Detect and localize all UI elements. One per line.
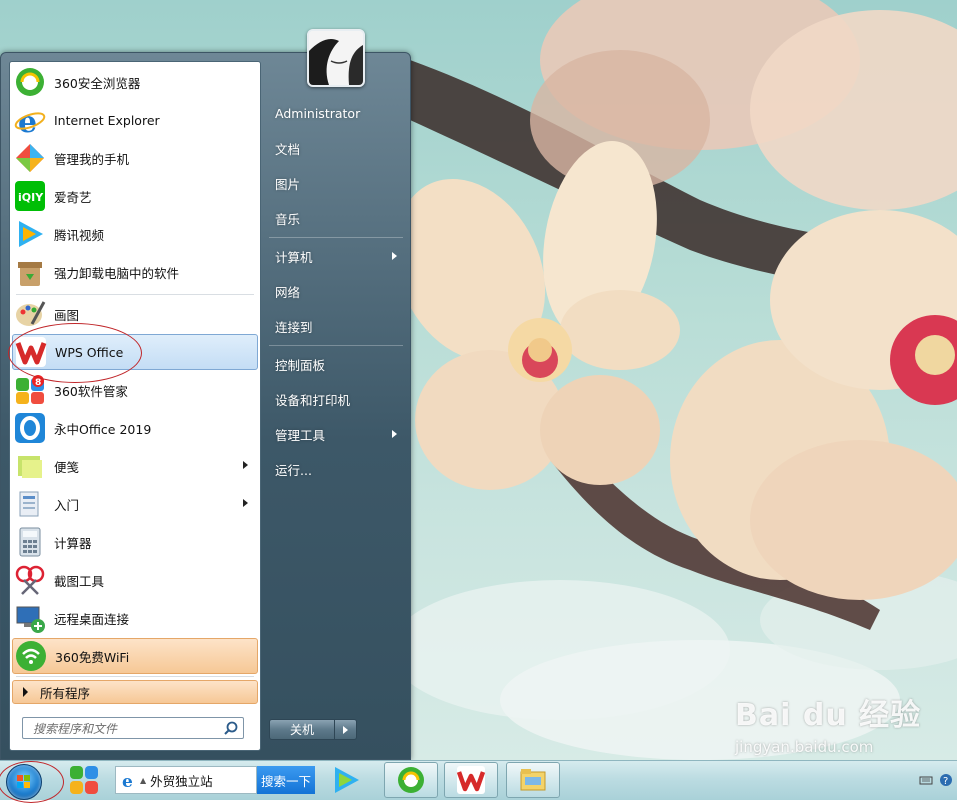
program-tencent-video[interactable]: 腾讯视频 <box>12 216 258 252</box>
program-remote-desktop[interactable]: 远程桌面连接 <box>12 600 258 636</box>
highlight-circle-wps <box>8 323 142 383</box>
system-tray: ? <box>919 773 953 787</box>
calculator-icon <box>14 526 46 558</box>
program-phone-manager[interactable]: 管理我的手机 <box>12 140 258 176</box>
link-documents[interactable]: 文档 <box>267 133 405 163</box>
user-avatar[interactable] <box>307 29 365 87</box>
start-search-input[interactable] <box>31 719 225 739</box>
360-browser-icon <box>398 767 424 793</box>
iqiyi-icon: iQIY <box>14 180 46 212</box>
link-connect-to[interactable]: 连接到 <box>267 311 405 341</box>
program-sticky-notes[interactable]: 便笺 <box>12 448 258 484</box>
remote-desktop-icon <box>14 602 46 634</box>
360-browser-icon <box>14 66 46 98</box>
link-control-panel[interactable]: 控制面板 <box>267 349 405 379</box>
svg-text:8: 8 <box>35 378 41 388</box>
svg-text:e: e <box>122 772 133 789</box>
program-iqiyi[interactable]: iQIY 爱奇艺 <box>12 178 258 214</box>
program-list-pane: 360安全浏览器 e Internet Explorer 管理我的手机 iQIY… <box>9 61 261 751</box>
triangle-right-icon <box>23 687 28 697</box>
separator <box>269 237 403 238</box>
taskbar-wps-button[interactable] <box>444 762 498 798</box>
highlight-circle-start <box>0 761 64 803</box>
program-360-browser[interactable]: 360安全浏览器 <box>12 64 258 100</box>
program-snipping-tool[interactable]: 截图工具 <box>12 562 258 598</box>
separator <box>16 676 254 677</box>
sticky-notes-icon <box>14 450 46 482</box>
help-icon[interactable]: ? <box>939 773 953 787</box>
baidu-watermark: Bai du 经验 jingyan.baidu.com <box>735 698 922 756</box>
snipping-tool-icon <box>14 564 46 596</box>
submenu-arrow-icon <box>392 252 397 260</box>
link-network[interactable]: 网络 <box>267 276 405 306</box>
all-programs-button[interactable]: 所有程序 <box>12 680 258 704</box>
search-icon[interactable] <box>224 721 238 735</box>
submenu-arrow-icon <box>243 461 248 469</box>
keyboard-icon[interactable] <box>919 773 933 787</box>
wps-icon <box>456 766 486 794</box>
shutdown-button[interactable]: 关机 <box>269 719 335 740</box>
svg-text:?: ? <box>943 776 948 787</box>
caret-up-icon[interactable]: ▲ <box>140 776 146 785</box>
ie-small-icon: e <box>120 771 138 792</box>
link-computer[interactable]: 计算机 <box>267 241 405 271</box>
link-music[interactable]: 音乐 <box>267 203 405 233</box>
folder-icon <box>520 769 546 791</box>
link-administrator[interactable]: Administrator <box>267 98 405 128</box>
submenu-arrow-icon <box>392 430 397 438</box>
program-getting-started[interactable]: 入门 <box>12 486 258 522</box>
phone-manager-icon <box>14 142 46 174</box>
ie-icon: e <box>14 104 46 140</box>
start-menu: 360安全浏览器 e Internet Explorer 管理我的手机 iQIY… <box>0 29 411 760</box>
svg-text:iQIY: iQIY <box>18 191 44 204</box>
link-devices-printers[interactable]: 设备和打印机 <box>267 384 405 414</box>
getting-started-icon <box>14 488 46 520</box>
tencent-video-icon <box>14 218 46 250</box>
taskbar-360-browser-button[interactable] <box>384 762 438 798</box>
link-pictures[interactable]: 图片 <box>267 168 405 198</box>
separator <box>16 294 254 295</box>
program-calculator[interactable]: 计算器 <box>12 524 258 560</box>
separator <box>269 345 403 346</box>
submenu-arrow-icon <box>243 499 248 507</box>
paint-icon <box>14 298 46 330</box>
taskbar-tencent-video-icon[interactable] <box>324 762 368 798</box>
svg-text:e: e <box>18 105 37 136</box>
yozo-office-icon <box>14 412 46 444</box>
shutdown-options-button[interactable] <box>335 719 357 740</box>
link-admin-tools[interactable]: 管理工具 <box>267 419 405 449</box>
program-uninstall[interactable]: 强力卸载电脑中的软件 <box>12 254 258 290</box>
taskbar-360-software-icon[interactable] <box>62 762 106 798</box>
program-internet-explorer[interactable]: e Internet Explorer <box>12 102 258 140</box>
wifi-icon <box>15 640 47 672</box>
program-yozo-office[interactable]: 永中Office 2019 <box>12 410 258 446</box>
taskbar-explorer-button[interactable] <box>506 762 560 798</box>
start-search-box[interactable] <box>22 717 244 739</box>
program-360-free-wifi[interactable]: 360免费WiFi <box>12 638 258 674</box>
uninstall-icon <box>14 256 46 288</box>
link-run[interactable]: 运行... <box>267 454 405 484</box>
taskbar-search-button[interactable]: 搜索一下 <box>257 766 315 794</box>
taskbar-search-box[interactable]: e ▲ 外贸独立站 <box>115 766 257 794</box>
taskbar: e ▲ 外贸独立站 搜索一下 ? <box>0 760 957 803</box>
